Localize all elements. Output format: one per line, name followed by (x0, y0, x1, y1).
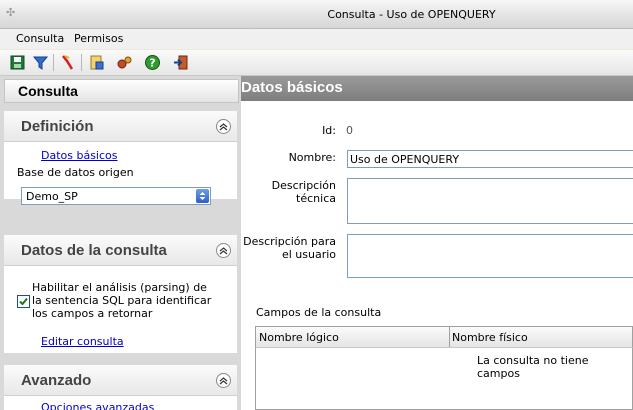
section-header[interactable]: Avanzado (4, 365, 237, 396)
tech-desc-label: Descripción técnica (271, 179, 336, 205)
document-icon[interactable] (88, 54, 105, 71)
parsing-checkbox[interactable] (17, 295, 30, 308)
user-desc-textarea[interactable] (347, 234, 633, 278)
db-origin-value: Demo_SP (26, 190, 78, 203)
section-title: Avanzado (21, 372, 92, 389)
name-label: Nombre: (288, 151, 336, 164)
link-datos-basicos[interactable]: Datos básicos (41, 149, 118, 162)
column-divider (449, 327, 450, 347)
section-header[interactable]: Datos de la consulta (4, 235, 237, 266)
section-header[interactable]: Definición (4, 111, 237, 142)
toolbar: ? (0, 50, 633, 76)
left-panel-header: Consulta (4, 79, 239, 103)
main-header: Datos básicos (241, 76, 633, 101)
link-editar-consulta[interactable]: Editar consulta (41, 335, 124, 348)
column-header-fisico[interactable]: Nombre físico (452, 331, 528, 344)
fields-grid[interactable]: La consulta no tiene campos (255, 347, 633, 410)
id-value: 0 (346, 124, 353, 137)
toolbar-separator (81, 54, 82, 71)
id-label: Id: (322, 124, 336, 137)
empty-grid-message: La consulta no tiene campos (477, 354, 589, 380)
menu-consulta[interactable]: Consulta (16, 32, 64, 45)
select-arrow-icon[interactable] (196, 189, 209, 203)
collapse-icon[interactable] (216, 119, 231, 134)
fields-grid-header: Nombre lógico Nombre físico (255, 326, 633, 347)
wand-icon[interactable] (59, 54, 76, 71)
window-title: Consulta - Uso de OPENQUERY (327, 8, 496, 21)
parsing-checkbox-label: Habilitar el análisis (parsing) de la se… (32, 281, 212, 320)
db-origin-label: Base de datos origen (17, 166, 134, 179)
name-input[interactable]: Uso de OPENQUERY (347, 150, 633, 168)
user-desc-label: Descripción para el usuario (243, 235, 336, 261)
left-panel-title: Consulta (18, 83, 78, 99)
svg-text:?: ? (149, 57, 155, 70)
name-input-value: Uso de OPENQUERY (350, 153, 460, 166)
main-panel: Datos básicos Id: 0 Nombre: Uso de OPENQ… (241, 76, 633, 410)
section-datos-consulta: Datos de la consulta Habilitar el anális… (4, 235, 237, 353)
column-header-logico[interactable]: Nombre lógico (259, 331, 339, 344)
section-title: Datos de la consulta (21, 242, 167, 259)
filter-icon[interactable] (32, 54, 49, 71)
save-icon[interactable] (9, 54, 26, 71)
collapse-icon[interactable] (216, 373, 231, 388)
section-avanzado: Avanzado Opciones avanzadas (4, 365, 237, 410)
tech-desc-textarea[interactable] (347, 178, 633, 224)
main-title: Datos básicos (241, 79, 343, 96)
gears-icon[interactable] (116, 54, 133, 71)
section-definicion: Definición Datos básicos Base de datos o… (4, 111, 237, 205)
left-panel: Consulta Definición Datos básicos Base d… (0, 76, 241, 410)
link-opciones-avanzadas[interactable]: Opciones avanzadas (41, 401, 154, 410)
toolbar-separator (53, 54, 54, 71)
section-title: Definición (21, 118, 94, 135)
menu-permisos[interactable]: Permisos (74, 32, 123, 45)
exit-icon[interactable] (172, 54, 189, 71)
title-bar: ✣ Consulta - Uso de OPENQUERY (0, 0, 633, 29)
db-origin-select[interactable]: Demo_SP (21, 187, 211, 205)
collapse-icon[interactable] (216, 243, 231, 258)
menu-bar: Consulta Permisos (0, 29, 633, 49)
help-icon[interactable]: ? (144, 54, 161, 71)
fields-label: Campos de la consulta (256, 306, 382, 319)
